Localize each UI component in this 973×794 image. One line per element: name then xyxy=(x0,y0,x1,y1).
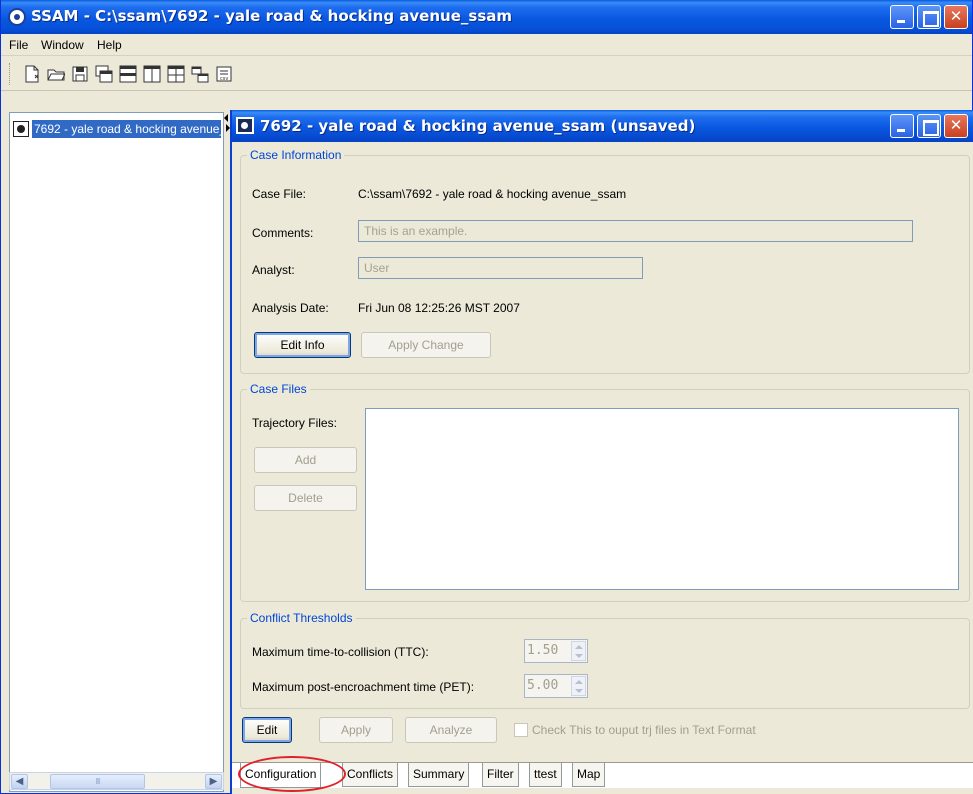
trajectory-files-label: Trajectory Files: xyxy=(252,416,337,430)
close-button[interactable]: ✕ xyxy=(944,5,968,29)
analyst-field[interactable]: User xyxy=(358,257,643,279)
arrange-windows-icon[interactable] xyxy=(191,65,209,83)
edit-info-button[interactable]: Edit Info xyxy=(254,332,351,358)
spinner-arrows-icon[interactable] xyxy=(571,641,586,661)
document-title-bar[interactable]: 7692 - yale road & hocking avenue_ssam (… xyxy=(232,110,973,142)
conflict-thresholds-group: Conflict Thresholds xyxy=(240,611,970,709)
text-format-label: Check This to ouput trj files in Text Fo… xyxy=(532,723,756,737)
toolbar-grip[interactable] xyxy=(9,63,12,85)
minimize-button[interactable] xyxy=(890,5,914,29)
ttc-label: Maximum time-to-collision (TTC): xyxy=(252,645,429,659)
case-file-value: C:\ssam\7692 - yale road & hocking avenu… xyxy=(358,187,627,201)
tree-horizontal-scrollbar[interactable]: ◀ ▶ xyxy=(9,772,224,790)
ttc-spinner[interactable]: 1.50 xyxy=(524,639,588,663)
main-window-title: SSAM - C:\ssam\7692 - yale road & hockin… xyxy=(31,7,512,25)
minimize-icon xyxy=(891,6,913,28)
document-window-title: 7692 - yale road & hocking avenue_ssam (… xyxy=(260,117,696,135)
pet-value: 5.00 xyxy=(527,678,559,693)
ssam-main-window: SSAM - C:\ssam\7692 - yale road & hockin… xyxy=(0,0,973,794)
menu-bar: File Window Help xyxy=(1,34,972,56)
tab-filter[interactable]: Filter xyxy=(482,763,519,787)
analyst-label: Analyst: xyxy=(252,263,295,277)
pet-spinner[interactable]: 5.00 xyxy=(524,674,588,698)
text-format-checkbox[interactable] xyxy=(514,723,528,737)
menu-help[interactable]: Help xyxy=(97,38,122,52)
new-case-icon[interactable] xyxy=(23,65,41,83)
tree-item-label: 7692 - yale road & hocking avenue_ssam xyxy=(32,120,221,138)
case-file-label: Case File: xyxy=(252,187,307,201)
case-document-icon xyxy=(13,121,29,137)
case-document-window: 7692 - yale road & hocking avenue_ssam (… xyxy=(230,110,973,794)
scroll-right-icon[interactable]: ▶ xyxy=(205,774,222,789)
analyze-button[interactable]: Analyze xyxy=(405,717,497,743)
close-icon: ✕ xyxy=(949,117,963,134)
maximize-icon xyxy=(918,6,940,28)
tab-ttest[interactable]: ttest xyxy=(529,763,562,787)
apply-change-button[interactable]: Apply Change xyxy=(361,332,491,358)
open-case-icon[interactable] xyxy=(47,65,65,83)
tile-vertical-icon[interactable] xyxy=(143,65,161,83)
tab-map[interactable]: Map xyxy=(572,763,606,787)
maximize-button[interactable] xyxy=(917,5,941,29)
maximize-icon xyxy=(918,115,940,137)
ssam-app-icon xyxy=(8,8,26,26)
scroll-left-icon[interactable]: ◀ xyxy=(11,774,28,789)
menu-file[interactable]: File xyxy=(9,38,28,52)
analysis-date-value: Fri Jun 08 12:25:26 MST 2007 xyxy=(358,301,520,315)
tree-item-case[interactable]: 7692 - yale road & hocking avenue_ssam xyxy=(10,120,221,138)
tab-summary[interactable]: Summary xyxy=(408,763,470,787)
svg-text:csv: csv xyxy=(220,76,228,82)
minimize-icon xyxy=(891,115,913,137)
add-trajectory-button[interactable]: Add xyxy=(254,447,357,473)
close-icon: ✕ xyxy=(949,8,963,25)
menu-window[interactable]: Window xyxy=(41,38,84,52)
highlight-circle-annotation xyxy=(238,756,346,792)
comments-field[interactable]: This is an example. xyxy=(358,220,913,242)
doc-close-button[interactable]: ✕ xyxy=(944,114,968,138)
pet-label: Maximum post-encroachment time (PET): xyxy=(252,680,475,694)
case-tree-panel[interactable]: 7692 - yale road & hocking avenue_ssam xyxy=(9,112,224,792)
trajectory-files-list[interactable] xyxy=(365,408,959,590)
tile-grid-icon[interactable] xyxy=(167,65,185,83)
toolbar: csv xyxy=(1,57,972,91)
main-title-bar[interactable]: SSAM - C:\ssam\7692 - yale road & hockin… xyxy=(1,0,972,34)
ttc-value: 1.50 xyxy=(527,643,559,658)
scrollbar-thumb[interactable] xyxy=(50,774,145,789)
case-information-legend: Case Information xyxy=(250,148,342,162)
cascade-windows-icon[interactable] xyxy=(95,65,113,83)
save-icon[interactable] xyxy=(71,65,89,83)
doc-maximize-button[interactable] xyxy=(917,114,941,138)
apply-button[interactable]: Apply xyxy=(319,717,393,743)
spinner-arrows-icon[interactable] xyxy=(571,676,586,696)
analysis-date-label: Analysis Date: xyxy=(252,301,329,315)
case-files-legend: Case Files xyxy=(250,382,307,396)
tab-conflicts[interactable]: Conflicts xyxy=(342,763,399,787)
export-csv-icon[interactable]: csv xyxy=(215,65,233,83)
case-document-icon xyxy=(236,117,254,134)
delete-trajectory-button[interactable]: Delete xyxy=(254,485,357,511)
edit-button[interactable]: Edit xyxy=(242,717,292,743)
conflict-thresholds-legend: Conflict Thresholds xyxy=(250,611,353,625)
tile-horizontal-icon[interactable] xyxy=(119,65,137,83)
comments-label: Comments: xyxy=(252,226,314,240)
doc-minimize-button[interactable] xyxy=(890,114,914,138)
